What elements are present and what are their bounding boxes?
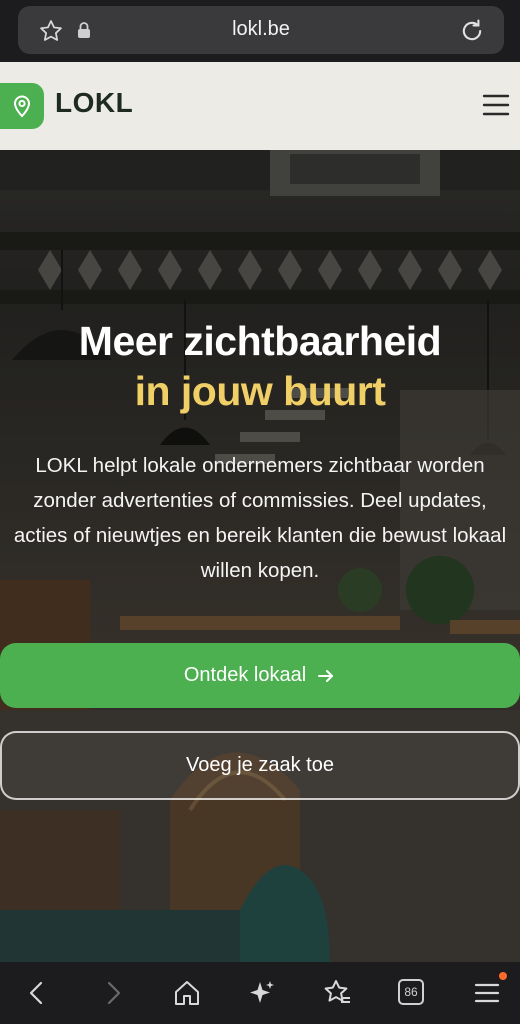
forward-icon[interactable] [98, 978, 128, 1008]
add-business-button[interactable]: Voeg je zaak toe [0, 731, 520, 800]
logo[interactable] [0, 83, 44, 129]
tabs-icon[interactable]: 86 [398, 979, 424, 1005]
home-icon[interactable] [172, 978, 202, 1008]
site-header: LOKL [0, 62, 520, 150]
hero-title-line1: Meer zichtbaarheid [78, 318, 442, 364]
back-icon[interactable] [22, 978, 52, 1008]
menu-icon[interactable] [472, 978, 502, 1008]
hamburger-icon[interactable] [482, 92, 510, 118]
map-pin-icon [13, 95, 31, 118]
notification-dot [499, 972, 507, 980]
address-bar[interactable]: lokl.be [18, 6, 504, 54]
browser-top-bar: lokl.be [0, 0, 520, 62]
reload-icon[interactable] [458, 17, 486, 45]
favorites-icon[interactable] [322, 978, 352, 1008]
sparkle-icon[interactable] [247, 978, 277, 1008]
hero-section: Meer zichtbaarheid in jouw buurt LOKL he… [0, 150, 520, 962]
arrow-right-icon [318, 669, 334, 682]
brand-name[interactable]: LOKL [55, 87, 133, 119]
discover-local-label: Ontdek lokaal [183, 664, 307, 686]
browser-bottom-bar: 86 [0, 962, 520, 1024]
url-text[interactable]: lokl.be [18, 18, 504, 41]
hero-title: Meer zichtbaarheid in jouw buurt [0, 316, 520, 416]
hero-description: LOKL helpt lokale ondernemers zichtbaar … [13, 454, 507, 582]
discover-local-button[interactable]: Ontdek lokaal [0, 643, 520, 708]
hero-title-highlight: in jouw buurt [134, 368, 386, 414]
add-business-label: Voeg je zaak toe [186, 754, 334, 776]
